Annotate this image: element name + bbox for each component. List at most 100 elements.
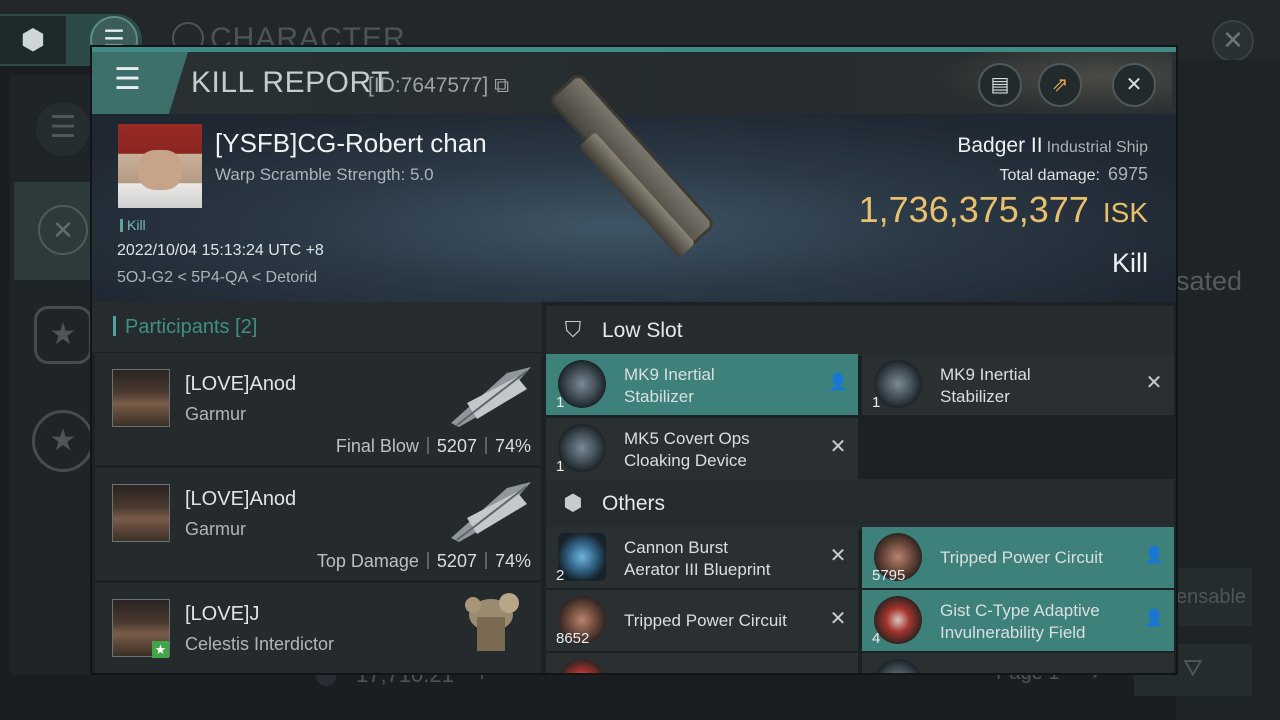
modal-header: ☰ KILL REPORT [ID:7647577] ⧉ ▤ ⇗ ✕ xyxy=(92,52,1176,114)
low-slot-icon: ⛉ xyxy=(564,317,582,342)
participant-percent: 74% xyxy=(494,436,531,456)
participant-portrait[interactable] xyxy=(112,369,170,427)
item-icon xyxy=(874,596,922,644)
item-quantity: 1 xyxy=(872,394,881,411)
item-quantity: 8652 xyxy=(556,630,590,647)
close-icon[interactable]: ✕ xyxy=(1112,63,1156,107)
background-close-icon[interactable]: ✕ xyxy=(1212,20,1254,62)
modal-title: KILL REPORT xyxy=(191,66,390,99)
participant-role: Top Damage xyxy=(316,551,419,571)
participant-name: [LOVE]J xyxy=(185,603,260,625)
others-title: Others xyxy=(602,492,666,515)
item-tripped-power-circuit[interactable]: 5795 Tripped Power Circuit 👤 xyxy=(862,527,1174,588)
participant-badge: ★ xyxy=(152,641,169,658)
item-tripped-power-circuit[interactable]: 8652 Tripped Power Circuit ✕ xyxy=(546,590,858,651)
participant-role: Final Blow xyxy=(335,436,419,456)
portrait-face xyxy=(138,150,182,190)
item-quantity: 1 xyxy=(556,458,565,475)
item-quantity: 2 xyxy=(556,567,565,584)
participants-header: Participants [2] xyxy=(92,302,542,352)
participants-title: Participants [2] xyxy=(125,316,258,338)
background-button[interactable]: ensable xyxy=(1176,568,1252,626)
participant-ship: Garmur xyxy=(185,519,247,539)
background-menu-icon[interactable]: ☰ xyxy=(36,102,90,156)
low-slot-header: ⛉ Low Slot xyxy=(546,306,1174,356)
kill-tag: Kill xyxy=(120,217,146,233)
participant-row[interactable]: [LOVE]Anod Garmur Top Damage 5207 74% xyxy=(95,468,541,580)
item-mk5-covert-ops-cloaking-device[interactable]: 1 MK5 Covert Ops Cloaking Device ✕ xyxy=(546,418,858,479)
item-name: MK9 Inertial Stabilizer xyxy=(624,365,715,406)
participant-ship-image xyxy=(451,367,531,427)
ship-name-text: Badger II xyxy=(957,134,1043,157)
item-name: Cannon Burst Aerator III Blueprint xyxy=(624,538,771,579)
report-id[interactable]: [ID:7647577] ⧉ xyxy=(368,74,509,98)
participant-ship: Garmur xyxy=(185,404,247,424)
total-damage-label: Total damage: xyxy=(999,167,1100,184)
item-icon xyxy=(558,360,606,408)
item-gist-c-type-adaptive-invulnerability-field[interactable]: 4 Gist C-Type Adaptive Invulnerability Fi… xyxy=(862,590,1174,651)
kill-datetime: 2022/10/04 15:13:24 UTC +8 xyxy=(117,242,324,259)
victim-name[interactable]: [YSFB]CG-Robert chan xyxy=(215,128,487,159)
item-cannon-burst-aerator-blueprint[interactable]: 2 Cannon Burst Aerator III Blueprint ✕ xyxy=(546,527,858,588)
low-slot-title: Low Slot xyxy=(602,319,683,342)
participant-portrait[interactable] xyxy=(112,484,170,542)
item-mk9-inertial-stabilizer[interactable]: 1 MK9 Inertial Stabilizer 👤 xyxy=(546,354,858,415)
kill-report-modal: ☰ KILL REPORT [ID:7647577] ⧉ ▤ ⇗ ✕ [YSFB… xyxy=(92,47,1176,673)
notes-icon[interactable]: ▤ xyxy=(978,63,1022,107)
copy-icon[interactable]: ⧉ xyxy=(488,74,509,97)
participant-percent: 74% xyxy=(494,551,531,571)
total-damage-value: 6975 xyxy=(1107,164,1148,184)
victim-portrait[interactable] xyxy=(118,124,202,208)
participant-name: [LOVE]Anod xyxy=(185,488,297,510)
destroyed-icon: ✕ xyxy=(829,436,847,458)
destroyed-icon: ✕ xyxy=(1145,372,1163,394)
swords-icon[interactable]: ✕ xyxy=(38,205,88,255)
person-icon: 👤 xyxy=(828,374,848,391)
item-name: Gist C-Type Adaptive Invulnerability Fiel… xyxy=(940,601,1100,642)
item-icon xyxy=(874,360,922,408)
destroyed-icon: ✕ xyxy=(829,545,847,567)
ship-class: Industrial Ship xyxy=(1046,139,1148,156)
item-partial-row[interactable] xyxy=(862,653,1174,673)
isk-unit: ISK xyxy=(1102,197,1148,228)
participant-row[interactable]: ★ [LOVE]J Celestis Interdictor xyxy=(95,583,541,673)
warp-scramble: Warp Scramble Strength: 5.0 xyxy=(215,165,434,184)
participant-stats: Final Blow 5207 74% xyxy=(336,436,531,457)
others-header: ⬢ Others xyxy=(546,479,1174,529)
isk-amount: 1,736,375,377 xyxy=(858,189,1089,230)
menu-icon[interactable]: ☰ xyxy=(114,62,141,97)
star-badge-icon[interactable]: ★ xyxy=(34,306,92,364)
item-name: MK5 Covert Ops Cloaking Device xyxy=(624,429,750,470)
background-text-sated: sated xyxy=(1176,266,1243,296)
participant-damage: 5207 xyxy=(436,551,477,571)
result-label: Kill xyxy=(1111,248,1148,278)
cube-icon[interactable]: ⬢ xyxy=(0,16,66,64)
participant-ship: Celestis Interdictor xyxy=(185,634,335,654)
star-circle-icon[interactable]: ★ xyxy=(32,410,94,472)
kill-location[interactable]: 5OJ-G2 < 5P4-QA < Detorid xyxy=(117,269,317,287)
item-partial-row[interactable] xyxy=(546,653,858,673)
victim-banner: [YSFB]CG-Robert chan Warp Scramble Stren… xyxy=(92,75,1176,302)
item-name: MK9 Inertial Stabilizer xyxy=(940,365,1031,406)
participant-ship-image xyxy=(451,482,531,542)
ship-name[interactable]: Badger II Industrial Ship xyxy=(957,134,1148,158)
item-quantity: 5795 xyxy=(872,567,906,584)
participant-damage: 5207 xyxy=(436,436,477,456)
destroyed-icon: ✕ xyxy=(829,608,847,630)
participant-name: [LOVE]Anod xyxy=(185,373,297,395)
participant-row[interactable]: [LOVE]Anod Garmur Final Blow 5207 74% xyxy=(95,353,541,465)
item-mk9-inertial-stabilizer[interactable]: 1 MK9 Inertial Stabilizer ✕ xyxy=(862,354,1174,415)
participant-stats: Top Damage 5207 74% xyxy=(317,551,531,572)
item-icon xyxy=(558,659,606,673)
item-icon xyxy=(874,659,922,673)
share-icon[interactable]: ⇗ xyxy=(1038,63,1082,107)
item-name: Tripped Power Circuit xyxy=(624,611,787,630)
participant-ship-image xyxy=(465,593,519,651)
item-icon xyxy=(558,424,606,472)
participants-accent xyxy=(113,316,116,336)
person-icon: 👤 xyxy=(1144,610,1164,627)
cube-icon: ⬢ xyxy=(563,490,583,515)
item-name: Tripped Power Circuit xyxy=(940,548,1103,567)
item-icon xyxy=(558,533,606,581)
background-button-label: ensable xyxy=(1176,586,1247,608)
